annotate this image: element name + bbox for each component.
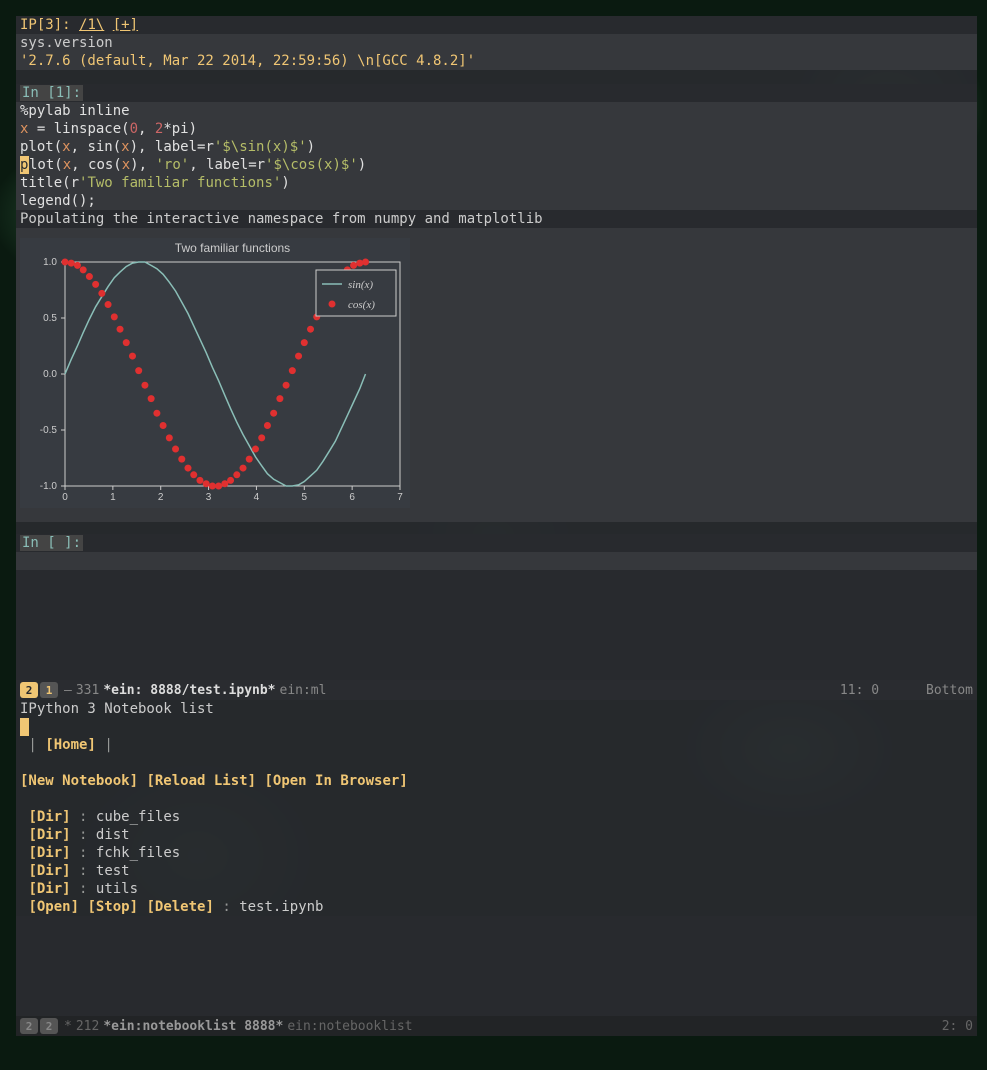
cell-gap-2 (16, 522, 977, 534)
code-line: legend(); (20, 192, 973, 210)
nblist-action-0[interactable]: [New Notebook] (20, 773, 138, 789)
list-item-button[interactable]: [Dir] (28, 881, 70, 897)
cell2-body[interactable] (16, 552, 977, 570)
list-item: [Dir] : cube_files (20, 808, 973, 826)
emacs-window: IP[3]: /1\ [+] sys.version '2.7.6 (defau… (16, 16, 977, 1036)
svg-text:1: 1 (110, 492, 116, 503)
add-kernel[interactable]: [+] (113, 17, 138, 33)
modeline-top: 2 1 — 331 *ein: 8888/test.ipynb* ein:ml … (16, 680, 977, 700)
buffer-name: *ein: 8888/test.ipynb* (103, 683, 275, 698)
modeline-bottom: 2 2 * 212 *ein:notebooklist 8888* ein:no… (16, 1016, 977, 1036)
code-line: plot(x, cos(x), 'ro', label=r'$\cos(x)$'… (20, 156, 973, 174)
blank-line-2 (20, 790, 973, 808)
code-line: plot(x, sin(x), label=r'$\sin(x)$') (20, 138, 973, 156)
nblist-action-1[interactable]: [Reload List] (146, 773, 256, 789)
cell1-prompt-row: In [1]: (16, 84, 977, 102)
ip-label: IP[3]: (20, 17, 71, 33)
svg-text:0.5: 0.5 (43, 313, 57, 324)
list-item-button[interactable]: [Dir] (28, 863, 70, 879)
scroll-pos: Bottom (926, 683, 973, 698)
svg-text:sin(x): sin(x) (348, 279, 373, 291)
code-line: x = linspace(0, 2*pi) (20, 120, 973, 138)
svg-text:0: 0 (62, 492, 68, 503)
kernel-header: IP[3]: /1\ [+] (16, 16, 977, 34)
svg-text:5: 5 (302, 492, 308, 503)
list-item-name: dist (96, 827, 130, 843)
svg-text:4: 4 (254, 492, 260, 503)
cell0-line2: '2.7.6 (default, Mar 22 2014, 22:59:56) … (20, 52, 973, 70)
list-item-button[interactable]: [Dir] (28, 845, 70, 861)
list-item-button[interactable]: [Dir] (28, 809, 70, 825)
chart-output: Two familiar functions 0 1 2 3 4 5 6 7 -1.0 -0.5 0.… (16, 228, 977, 522)
spacer (16, 916, 977, 1016)
notebooklist-pane: IPython 3 Notebook list | [Home] | [New … (16, 700, 977, 1036)
svg-text:6: 6 (349, 492, 355, 503)
cell-gap (16, 70, 977, 84)
list-item: [Dir] : utils (20, 880, 973, 898)
cell1-prompt: In [1]: (20, 85, 83, 101)
major-mode: ein:ml (280, 683, 327, 698)
line-col: 11: 0 (840, 683, 879, 698)
svg-text:Two familiar functions: Two familiar functions (175, 241, 290, 255)
cell1-output: Populating the interactive namespace fro… (16, 210, 977, 228)
cell2-prompt: In [ ]: (20, 535, 83, 551)
blank-line (20, 754, 973, 772)
list-item: [Dir] : dist (20, 826, 973, 844)
notebook-pane: IP[3]: /1\ [+] sys.version '2.7.6 (defau… (16, 16, 977, 700)
list-item-button[interactable]: [Stop] (87, 899, 138, 915)
list-item: [Dir] : test (20, 862, 973, 880)
code-line: title(r'Two familiar functions') (20, 174, 973, 192)
list-item-name: utils (96, 881, 138, 897)
code-line: %pylab inline (20, 102, 973, 120)
major-mode-2: ein:notebooklist (287, 1019, 412, 1034)
list-item: [Dir] : fchk_files (20, 844, 973, 862)
buffer-name-2: *ein:notebooklist 8888* (103, 1019, 283, 1034)
badge2b: 2 (40, 1018, 58, 1034)
badge-window-2: 2 (20, 682, 38, 698)
modeline2-num: 212 (76, 1019, 99, 1034)
badge2a: 2 (20, 1018, 38, 1034)
cell2-prompt-row: In [ ]: (16, 534, 977, 552)
pipe-right: | (104, 737, 112, 753)
svg-text:3: 3 (206, 492, 212, 503)
nblist-action-2[interactable]: [Open In Browser] (264, 773, 407, 789)
modeline-linenum: 331 (76, 683, 99, 698)
line-col-2: 2: 0 (942, 1019, 973, 1034)
list-item-name: fchk_files (96, 845, 180, 861)
matplotlib-plot: Two familiar functions 0 1 2 3 4 5 6 7 -1.0 -0.5 0.… (20, 238, 410, 508)
nblist-title: IPython 3 Notebook list (20, 700, 973, 718)
cell-0-body[interactable]: sys.version '2.7.6 (default, Mar 22 2014… (16, 34, 977, 70)
pipe-left: | (20, 737, 45, 753)
badge-window-1: 1 (40, 682, 58, 698)
svg-text:cos(x): cos(x) (348, 299, 375, 311)
notebook-list-body: IPython 3 Notebook list | [Home] | [New … (16, 700, 977, 916)
cell0-line1: sys.version (20, 34, 973, 52)
cursor-icon (20, 718, 29, 736)
modeline2-star: * (64, 1019, 72, 1034)
svg-text:1.0: 1.0 (43, 257, 57, 268)
list-item-button[interactable]: [Delete] (146, 899, 213, 915)
svg-text:0.0: 0.0 (43, 369, 57, 380)
home-link[interactable]: [Home] (45, 737, 96, 753)
list-item-name: cube_files (96, 809, 180, 825)
kernel-fraction[interactable]: /1\ (79, 17, 104, 33)
modeline-dash: — (64, 683, 72, 698)
cell1-code[interactable]: %pylab inlinex = linspace(0, 2*pi)plot(x… (16, 102, 977, 210)
text-cursor: p (20, 156, 29, 174)
svg-text:2: 2 (158, 492, 164, 503)
list-item-button[interactable]: [Open] (28, 899, 79, 915)
svg-text:-1.0: -1.0 (40, 481, 58, 492)
list-item-name: test.ipynb (239, 899, 323, 915)
nblist-items: [Dir] : cube_files [Dir] : dist [Dir] : … (20, 808, 973, 916)
svg-text:7: 7 (397, 492, 403, 503)
breadcrumb-row: | [Home] | (20, 736, 973, 754)
list-item: [Open] [Stop] [Delete] : test.ipynb (20, 898, 973, 916)
empty-area (16, 570, 977, 680)
list-item-button[interactable]: [Dir] (28, 827, 70, 843)
svg-text:-0.5: -0.5 (40, 425, 58, 436)
nblist-actions: [New Notebook] [Reload List] [Open In Br… (20, 772, 973, 790)
list-item-name: test (96, 863, 130, 879)
